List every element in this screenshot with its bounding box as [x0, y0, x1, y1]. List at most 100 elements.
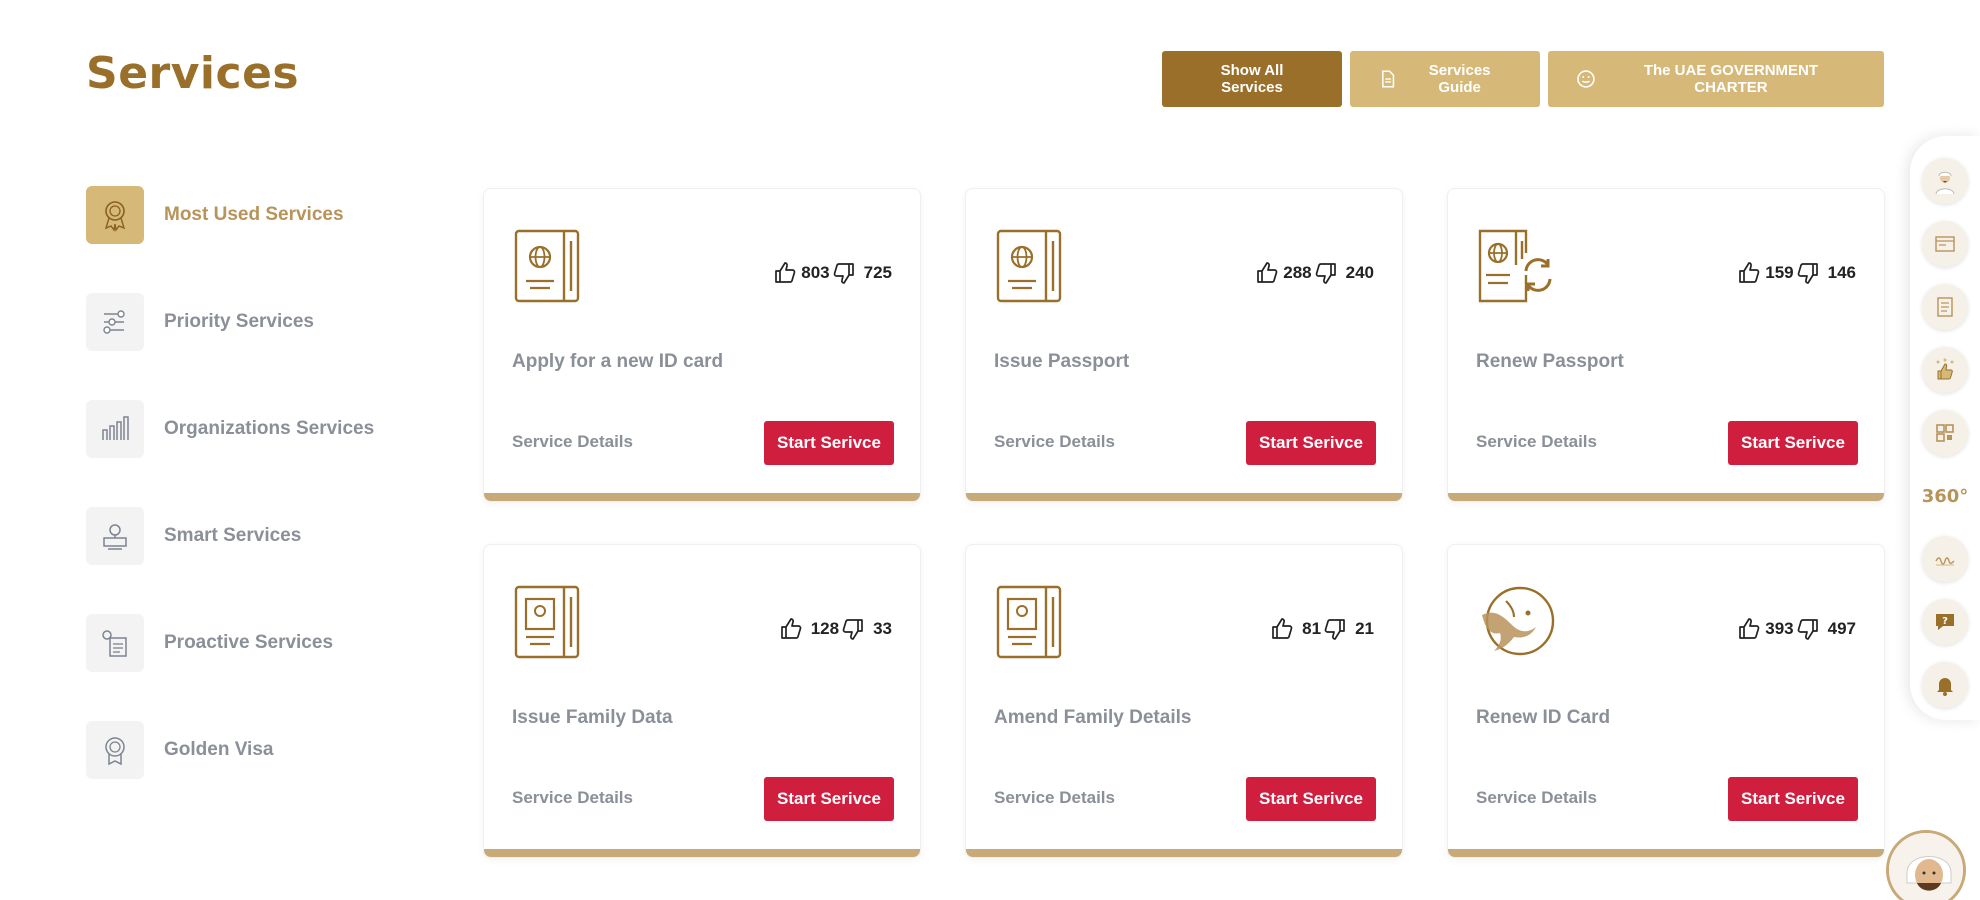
service-card: 159 146 Renew Passport Service Details S… [1447, 188, 1885, 502]
service-card: 81 21 Amend Family Details Service Detai… [965, 544, 1403, 858]
sidebar-item-priority[interactable]: Priority Services [86, 293, 416, 351]
start-service-button[interactable]: Start Serivce [1728, 421, 1858, 465]
checklist-icon[interactable] [1922, 284, 1968, 330]
show-all-services-button[interactable]: Show All Services [1162, 51, 1342, 107]
thumbs-up-icon[interactable] [779, 617, 803, 641]
passport-renew-icon [1476, 225, 1556, 305]
service-title: Renew Passport [1476, 351, 1624, 372]
sidebar-item-label: Smart Services [164, 525, 302, 546]
card-accent-bar [1448, 849, 1884, 857]
assistant-avatar[interactable] [1886, 830, 1966, 900]
thumbs-up-icon[interactable] [1737, 261, 1761, 285]
dislikes-count: 725 [863, 263, 892, 282]
sidebar-item-label: Most Used Services [164, 204, 344, 225]
header-buttons: Show All Services Services Guide The UAE… [1162, 51, 1884, 107]
thumbs-down-icon[interactable] [1323, 617, 1347, 641]
card-accent-bar [966, 493, 1402, 501]
thumbs-up-icon[interactable] [773, 261, 797, 285]
card-accent-bar [966, 849, 1402, 857]
service-details-link[interactable]: Service Details [512, 432, 633, 452]
votes: 159 146 [1737, 261, 1858, 285]
start-service-button[interactable]: Start Serivce [764, 421, 894, 465]
service-card: 393 497 Renew ID Card Service Details St… [1447, 544, 1885, 858]
dislikes-count: 240 [1345, 263, 1374, 282]
sidebar-item-organizations[interactable]: Organizations Services [86, 400, 416, 458]
thumbs-down-icon[interactable] [1796, 617, 1820, 641]
service-card: 288 240 Issue Passport Service Details S… [965, 188, 1403, 502]
likes-count: 159 [1765, 263, 1794, 282]
votes: 128 33 [779, 617, 894, 641]
thumbs-up-icon[interactable] [1737, 617, 1761, 641]
service-title: Renew ID Card [1476, 707, 1611, 728]
card-accent-bar [484, 849, 920, 857]
sidebar-item-label: Proactive Services [164, 632, 334, 653]
dislikes-count: 146 [1827, 263, 1856, 282]
assistant-icon[interactable] [1922, 158, 1968, 204]
sidebar-item-most-used[interactable]: Most Used Services [86, 186, 416, 244]
view-360-icon[interactable]: 360° [1922, 473, 1969, 519]
service-title: Issue Family Data [512, 707, 673, 728]
award-icon [86, 186, 144, 244]
service-details-link[interactable]: Service Details [994, 788, 1115, 808]
help-icon[interactable]: ? [1922, 599, 1968, 645]
bell-icon[interactable] [1922, 662, 1968, 708]
likes-count: 393 [1765, 619, 1794, 638]
votes: 81 21 [1270, 617, 1376, 641]
services-sidebar: Most Used Services Priority Services Org… [86, 186, 416, 828]
service-details-link[interactable]: Service Details [512, 788, 633, 808]
start-service-button[interactable]: Start Serivce [1246, 421, 1376, 465]
start-service-button[interactable]: Start Serivce [1246, 777, 1376, 821]
family-book-icon [512, 581, 592, 661]
falcon-emblem-icon [1476, 581, 1556, 661]
service-title: Amend Family Details [994, 707, 1192, 728]
signature-icon[interactable] [1922, 536, 1968, 582]
rating-icon[interactable] [1922, 347, 1968, 393]
sidebar-item-label: Priority Services [164, 311, 314, 332]
service-title: Apply for a new ID card [512, 351, 724, 372]
services-grid: 803 725 Apply for a new ID card Service … [483, 188, 1885, 858]
thumbs-down-icon[interactable] [1314, 261, 1338, 285]
service-details-link[interactable]: Service Details [1476, 788, 1597, 808]
service-card: 128 33 Issue Family Data Service Details… [483, 544, 921, 858]
votes: 393 497 [1737, 617, 1858, 641]
sidebar-item-smart[interactable]: Smart Services [86, 507, 416, 565]
family-book-icon [994, 581, 1074, 661]
dislikes-count: 33 [873, 619, 892, 638]
likes-count: 803 [801, 263, 830, 282]
start-service-button[interactable]: Start Serivce [764, 777, 894, 821]
service-details-link[interactable]: Service Details [994, 432, 1115, 452]
golden-visa-icon [86, 721, 144, 779]
qr-icon[interactable] [1922, 410, 1968, 456]
sidebar-item-proactive[interactable]: Proactive Services [86, 614, 416, 672]
floating-toolbar: 360° ? [1910, 136, 1980, 720]
dislikes-count: 21 [1355, 619, 1374, 638]
dislikes-count: 497 [1827, 619, 1856, 638]
sidebar-item-label: Organizations Services [164, 418, 375, 439]
votes: 288 240 [1255, 261, 1376, 285]
government-charter-label: The UAE GOVERNMENT CHARTER [1643, 62, 1819, 96]
organizations-icon [86, 400, 144, 458]
sidebar-item-label: Golden Visa [164, 739, 274, 760]
priority-icon [86, 293, 144, 351]
svg-text:?: ? [1942, 616, 1948, 627]
sidebar-item-golden-visa[interactable]: Golden Visa [86, 721, 416, 779]
government-charter-button[interactable]: The UAE GOVERNMENT CHARTER [1548, 51, 1884, 107]
likes-count: 288 [1283, 263, 1312, 282]
thumbs-down-icon[interactable] [1796, 261, 1820, 285]
services-guide-button[interactable]: Services Guide [1350, 51, 1540, 107]
service-details-link[interactable]: Service Details [1476, 432, 1597, 452]
votes: 803 725 [773, 261, 894, 285]
likes-count: 128 [810, 619, 840, 638]
passport-icon [512, 225, 592, 305]
services-guide-label: Services Guide [1428, 62, 1491, 96]
thumbs-up-icon[interactable] [1255, 261, 1279, 285]
smart-icon [86, 507, 144, 565]
proactive-icon [86, 614, 144, 672]
passport-icon [994, 225, 1074, 305]
thumbs-up-icon[interactable] [1270, 617, 1294, 641]
screen-icon[interactable] [1922, 221, 1968, 267]
thumbs-down-icon[interactable] [832, 261, 856, 285]
thumbs-down-icon[interactable] [841, 617, 865, 641]
smile-icon [1577, 70, 1595, 88]
start-service-button[interactable]: Start Serivce [1728, 777, 1858, 821]
